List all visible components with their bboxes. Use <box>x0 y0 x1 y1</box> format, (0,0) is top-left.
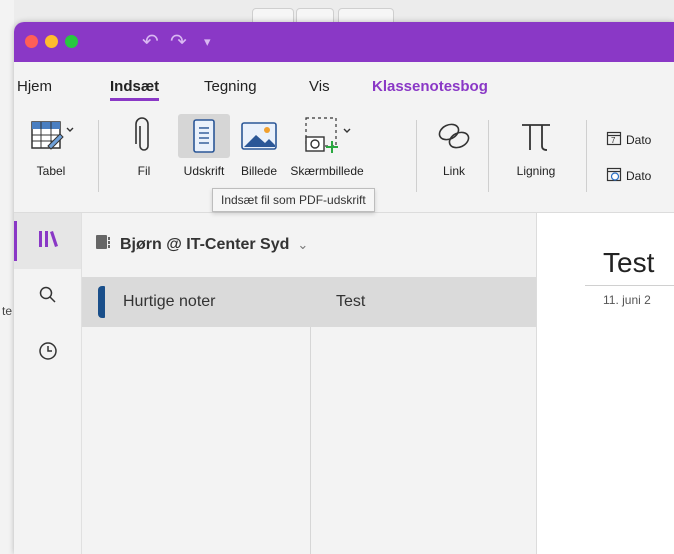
notebooks-button[interactable] <box>14 213 81 269</box>
tab-vis[interactable]: Vis <box>309 78 330 95</box>
ribbon-tabs: Hjem Indsæt Tegning Vis Klassenotesbog <box>14 62 674 104</box>
page-canvas[interactable]: Test 11. juni 2 <box>537 213 674 554</box>
search-icon <box>38 285 58 310</box>
screenshot-icon <box>292 114 362 158</box>
page-title[interactable]: Test <box>603 247 654 279</box>
tab-klassenotesbog[interactable]: Klassenotesbog <box>372 78 488 95</box>
date-time-button[interactable]: Dato <box>606 166 651 185</box>
printout-button[interactable]: Udskrift <box>176 114 232 178</box>
redo-icon[interactable]: ↷ <box>170 29 187 54</box>
customize-toolbar-icon[interactable]: ▾ <box>204 34 211 50</box>
section-label: Hurtige noter <box>123 293 216 310</box>
calendar-clock-icon <box>606 166 622 185</box>
link-icon <box>429 114 479 158</box>
navigation-pane: Bjørn @ IT-Center Syd ⌄ Hurtige noter Te… <box>82 213 537 554</box>
equation-button[interactable]: Ligning <box>498 114 574 178</box>
picture-button[interactable]: Billede <box>234 114 284 178</box>
printout-icon <box>178 114 230 158</box>
link-label: Link <box>442 164 465 178</box>
tab-tegning[interactable]: Tegning <box>204 78 257 95</box>
ribbon-separator <box>586 120 587 192</box>
equation-label: Ligning <box>516 164 556 178</box>
undo-icon[interactable]: ↶ <box>142 29 159 54</box>
title-underline <box>585 285 674 286</box>
section-color-tab <box>98 286 105 318</box>
recent-icon <box>37 340 59 367</box>
table-label: Tabel <box>36 164 66 178</box>
section-item[interactable]: Hurtige noter <box>82 277 310 327</box>
page-item[interactable]: Test <box>310 277 536 327</box>
background-window-left <box>0 0 14 554</box>
screenshot-button[interactable]: Skærmbillede <box>286 114 368 178</box>
printout-label: Udskrift <box>183 164 225 178</box>
pi-icon <box>511 114 561 158</box>
file-label: Fil <box>137 164 151 178</box>
chevron-down-icon: ⌄ <box>297 236 309 252</box>
tab-hjem[interactable]: Hjem <box>17 78 52 95</box>
paperclip-icon <box>124 114 164 158</box>
navigation-rail <box>14 213 82 554</box>
date-time-label: Dato <box>626 168 652 183</box>
table-icon <box>26 114 76 158</box>
zoom-window-button[interactable] <box>65 35 78 48</box>
minimize-window-button[interactable] <box>45 35 58 48</box>
ribbon-separator <box>98 120 99 192</box>
page-date: 11. juni 2 <box>603 293 651 307</box>
notebook-icon <box>94 233 112 256</box>
picture-label: Billede <box>240 164 278 178</box>
file-attachment-button[interactable]: Fil <box>124 114 164 178</box>
search-button[interactable] <box>14 269 81 325</box>
date-button[interactable]: 7 Dato <box>606 130 651 149</box>
screenshot-label: Skærmbillede <box>290 164 364 178</box>
pages-list: Test <box>310 277 536 554</box>
printout-tooltip: Indsæt fil som PDF-udskrift <box>212 188 375 212</box>
onenote-window: ↶ ↷ ▾ Hjem Indsæt Tegning Vis Klassenote… <box>14 22 674 554</box>
notebooks-icon <box>37 229 59 254</box>
notebook-name: Bjørn @ IT-Center Syd <box>120 235 290 253</box>
recent-notes-button[interactable] <box>14 325 81 381</box>
calendar-icon: 7 <box>606 130 622 149</box>
page-label: Test <box>336 293 366 310</box>
table-button[interactable]: Tabel <box>20 114 82 178</box>
close-window-button[interactable] <box>25 35 38 48</box>
picture-icon <box>234 114 284 158</box>
tab-indsaet[interactable]: Indsæt <box>110 78 160 101</box>
title-bar: ↶ ↷ ▾ <box>14 22 674 62</box>
link-button[interactable]: Link <box>426 114 482 178</box>
ribbon-separator <box>416 120 417 192</box>
date-label: Dato <box>626 132 652 147</box>
sections-list: Hurtige noter <box>82 277 311 554</box>
svg-text:7: 7 <box>611 136 616 145</box>
notebook-selector[interactable]: Bjørn @ IT-Center Syd ⌄ <box>94 233 308 256</box>
ribbon-separator <box>488 120 489 192</box>
background-text: te <box>2 304 13 318</box>
